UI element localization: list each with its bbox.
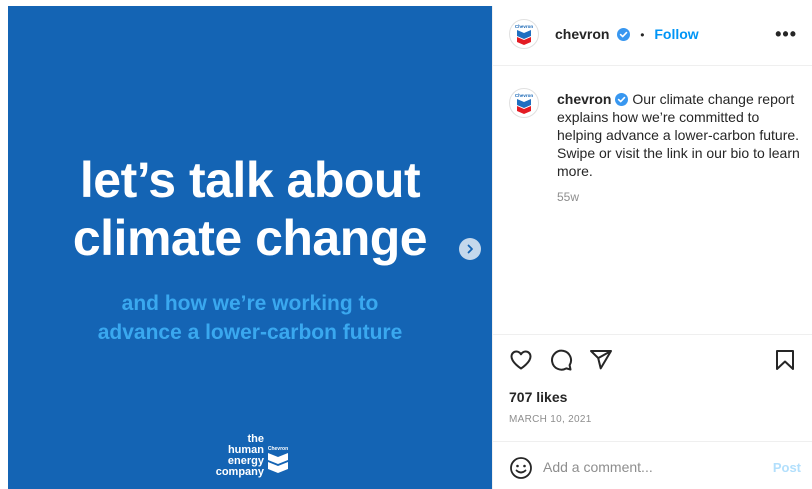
post-comment-button[interactable]: Post xyxy=(773,460,801,475)
comment-bar: Post xyxy=(493,441,812,489)
carousel-next-button[interactable] xyxy=(459,238,481,260)
post-headline: let’s talk about climate change xyxy=(8,151,492,267)
action-bar xyxy=(509,348,797,374)
chevron-right-icon xyxy=(467,244,473,254)
instagram-post-view: let’s talk about climate change and how … xyxy=(0,0,812,489)
brand-tagline: the human energy company xyxy=(208,434,264,478)
post-side-panel: Chevron chevron • Follow ••• Chevron che… xyxy=(492,6,812,489)
caption-username-link[interactable]: chevron xyxy=(557,91,611,107)
header-user-line: chevron • Follow xyxy=(555,26,699,42)
emoji-icon[interactable] xyxy=(509,456,533,480)
avatar[interactable]: Chevron xyxy=(509,19,539,49)
post-header: Chevron chevron • Follow ••• xyxy=(493,6,812,66)
bookmark-icon[interactable] xyxy=(773,348,797,372)
likes-count[interactable]: 707 likes xyxy=(509,389,567,405)
comment-icon[interactable] xyxy=(549,348,573,372)
chevron-logo-icon: Chevron xyxy=(515,93,534,114)
chevron-logo-icon: Chevron xyxy=(515,24,534,45)
caption-text: chevron Our climate change report explai… xyxy=(557,90,803,180)
post-subline: and how we’re working to advance a lower… xyxy=(8,289,492,347)
avatar[interactable]: Chevron xyxy=(509,88,539,118)
share-icon[interactable] xyxy=(589,348,613,372)
subline-line-2: advance a lower-carbon future xyxy=(97,321,403,344)
verified-badge-icon xyxy=(617,28,631,41)
separator-dot: • xyxy=(640,28,645,42)
comment-input[interactable] xyxy=(543,454,763,480)
follow-button[interactable]: Follow xyxy=(654,26,698,42)
caption-time-ago[interactable]: 55w xyxy=(557,190,579,204)
more-options-icon[interactable]: ••• xyxy=(775,24,797,45)
svg-text:Chevron: Chevron xyxy=(515,93,534,98)
brand-tagline-line: company xyxy=(215,466,264,478)
chevron-logo-icon: Chevron xyxy=(268,446,288,473)
post-image[interactable]: let’s talk about climate change and how … xyxy=(8,6,492,489)
human-energy-company-logo: the human energy company Chevron xyxy=(208,434,298,484)
subline-line-1: and how we’re working to xyxy=(121,292,379,315)
caption-block: Chevron chevron Our climate change repor… xyxy=(493,66,812,334)
svg-text:Chevron: Chevron xyxy=(268,446,288,452)
post-date: MARCH 10, 2021 xyxy=(509,414,592,425)
headline-line-1: let’s talk about xyxy=(79,152,421,208)
left-margin xyxy=(0,0,8,489)
verified-badge-icon xyxy=(615,93,629,106)
username-link[interactable]: chevron xyxy=(555,26,609,42)
divider xyxy=(493,334,812,335)
heart-icon[interactable] xyxy=(509,348,533,372)
svg-text:Chevron: Chevron xyxy=(515,24,534,29)
headline-line-2: climate change xyxy=(72,210,428,266)
